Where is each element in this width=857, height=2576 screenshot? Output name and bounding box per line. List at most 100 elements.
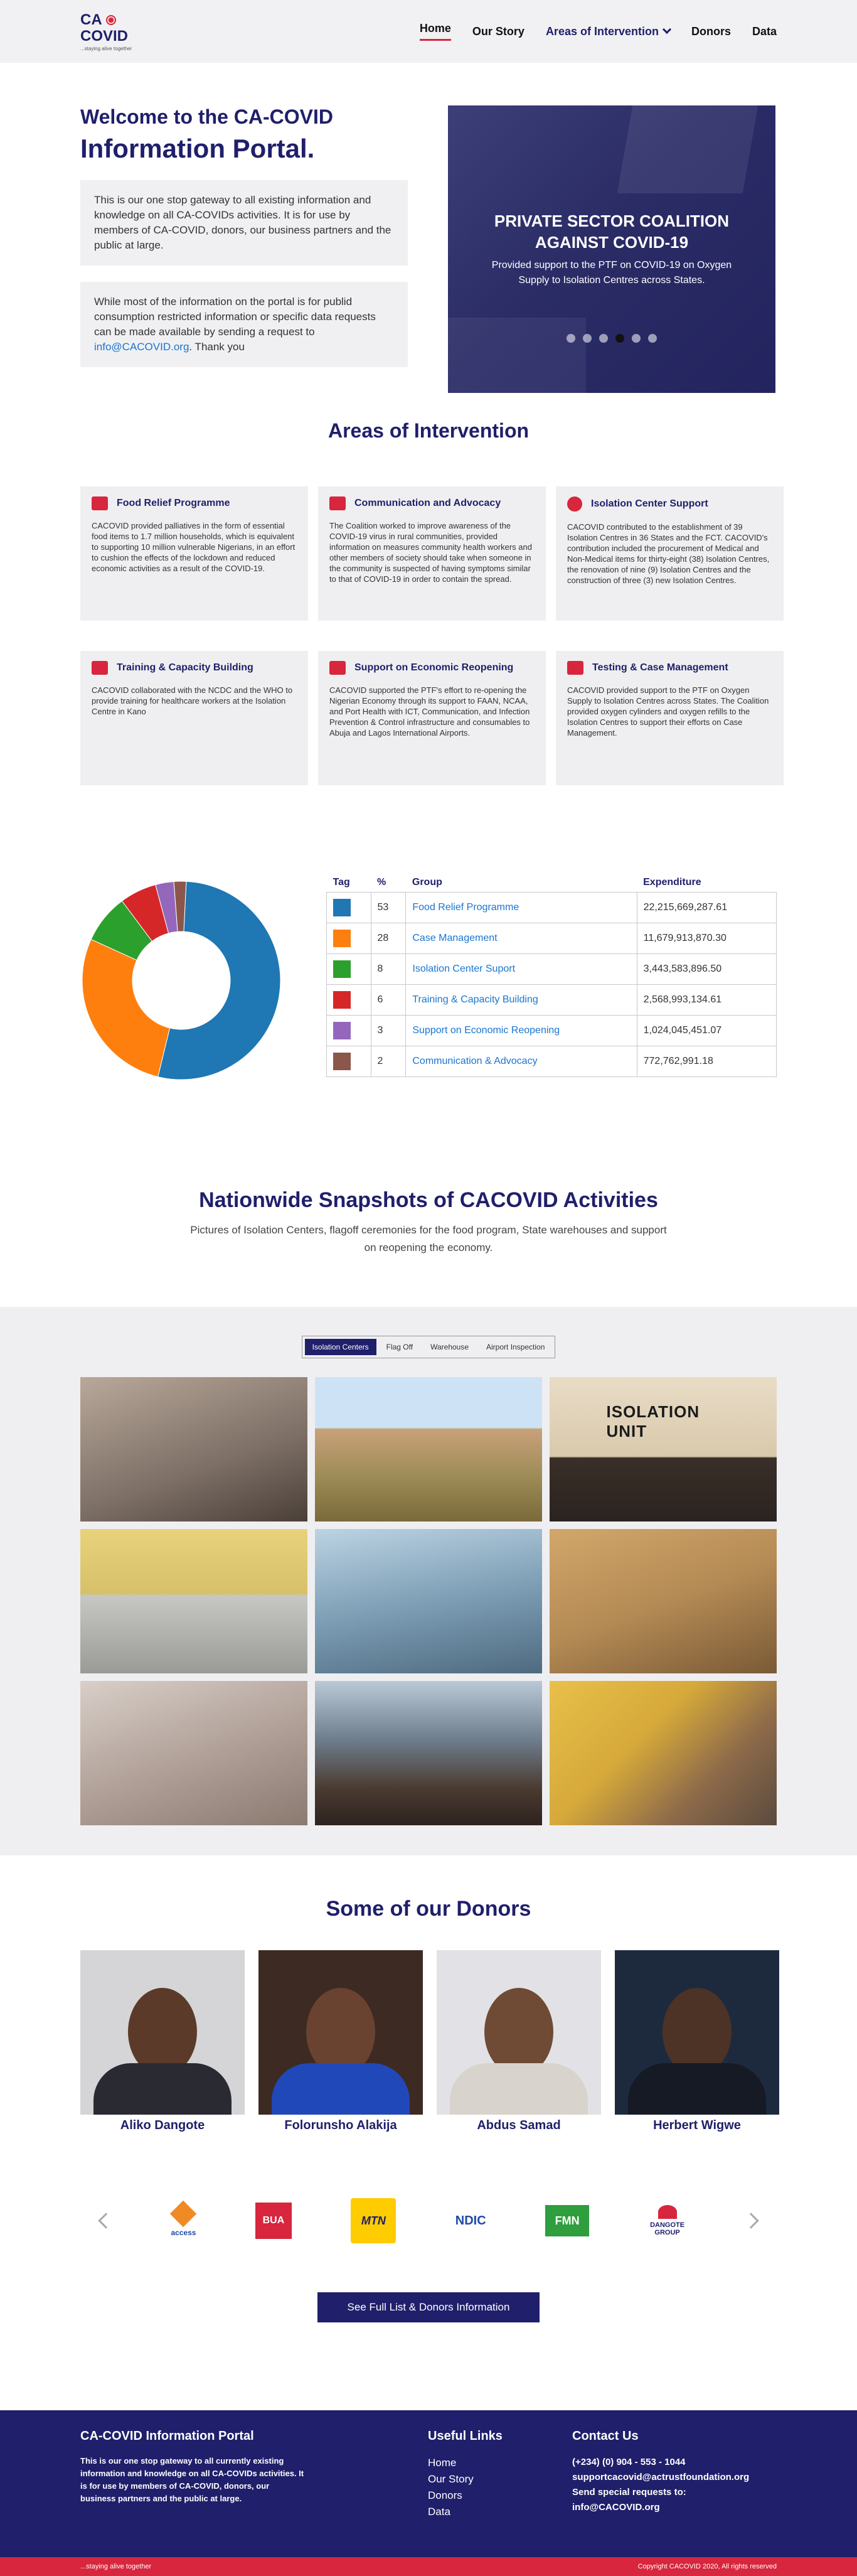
- dangote-arc-icon: [657, 2205, 677, 2219]
- gallery-photo[interactable]: [80, 1529, 307, 1673]
- nav-donors[interactable]: Donors: [691, 25, 731, 38]
- gallery-photo[interactable]: ISOLATION UNIT: [550, 1377, 777, 1521]
- gallery-photo[interactable]: [315, 1529, 542, 1673]
- nav-data[interactable]: Data: [752, 25, 777, 38]
- area-card[interactable]: Training & Capacity Building CACOVID coll…: [80, 651, 308, 785]
- gallery-photo[interactable]: [315, 1681, 542, 1825]
- table-header-group: Group: [412, 877, 442, 888]
- carousel-slide-title: PRIVATE SECTOR COALITION AGAINST COVID-1…: [494, 212, 730, 252]
- partner-logo-access[interactable]: access: [170, 2200, 197, 2237]
- gallery-section: Isolation Centers Flag Off Warehouse Air…: [0, 1307, 857, 1855]
- area-card-title: Communication and Advocacy: [354, 498, 501, 508]
- carousel-photo-shape: [448, 318, 586, 393]
- partner-logo-label: MTN: [351, 2198, 397, 2243]
- footer-link-donors[interactable]: Donors: [428, 2487, 572, 2504]
- area-card-title: Support on Economic Reopening: [354, 662, 514, 673]
- gallery-photo[interactable]: [80, 1377, 307, 1521]
- carousel-dot[interactable]: [599, 334, 608, 343]
- hero-section: Welcome to the CA-COVID Information Port…: [0, 63, 857, 414]
- footer-phone[interactable]: (+234) (0) 904 - 553 - 1044: [572, 2455, 749, 2470]
- area-card[interactable]: Isolation Center Support CACOVID contribu…: [556, 486, 784, 621]
- row-group-link[interactable]: Support on Economic Reopening: [405, 1015, 637, 1046]
- donor-card[interactable]: Folorunsho Alakija: [258, 1950, 423, 2133]
- see-full-donors-button[interactable]: See Full List & Donors Information: [317, 2292, 540, 2322]
- color-swatch: [333, 1022, 351, 1039]
- footer-about-text: This is our one stop gateway to all curr…: [80, 2456, 304, 2503]
- chevron-down-icon: [662, 24, 672, 35]
- donut-svg: [82, 881, 281, 1080]
- area-card[interactable]: Communication and Advocacy The Coalition …: [318, 486, 546, 621]
- carousel-dot[interactable]: [583, 334, 592, 343]
- area-card[interactable]: Testing & Case Management CACOVID provide…: [556, 651, 784, 785]
- footer-link-home[interactable]: Home: [428, 2455, 572, 2471]
- donor-name: Folorunsho Alakija: [284, 2118, 397, 2132]
- area-card-title: Testing & Case Management: [592, 662, 728, 673]
- gallery-photo[interactable]: [550, 1529, 777, 1673]
- area-card-body: CACOVID provided support to the PTF on O…: [567, 685, 769, 738]
- nav-home[interactable]: Home: [419, 22, 451, 41]
- area-card-title: Isolation Center Support: [591, 498, 708, 509]
- bar-chart-icon: [329, 661, 346, 675]
- footer-link-data[interactable]: Data: [428, 2504, 572, 2520]
- site-header: CA COVID ...staying alive together Home …: [0, 0, 857, 63]
- partner-logo-label: BUA: [255, 2203, 292, 2239]
- carousel-dot[interactable]: [648, 334, 657, 343]
- partner-logo-bua[interactable]: BUA: [255, 2203, 292, 2239]
- row-group-link[interactable]: Training & Capacity Building: [405, 984, 637, 1016]
- partner-logo-label: DANGOTE GROUP: [650, 2221, 685, 2236]
- area-card[interactable]: Support on Economic Reopening CACOVID sup…: [318, 651, 546, 785]
- site-logo[interactable]: CA COVID ...staying alive together: [80, 6, 143, 56]
- donut-slice-case-management[interactable]: [82, 938, 171, 1078]
- hero-intro-box: This is our one stop gateway to all exis…: [80, 180, 408, 266]
- isolation-unit-sign: ISOLATION UNIT: [606, 1402, 700, 1441]
- row-group-link[interactable]: Isolation Center Suport: [405, 953, 637, 985]
- gallery-photo[interactable]: [80, 1681, 307, 1825]
- footer-col1-title: CA-COVID Information Portal: [80, 2429, 254, 2443]
- row-pct: 8: [370, 953, 407, 985]
- hero-intro-text: This is our one stop gateway to all exis…: [94, 194, 391, 251]
- row-expenditure: 772,762,991.18: [636, 1046, 777, 1077]
- donor-card[interactable]: Abdus Samad: [437, 1950, 601, 2133]
- donor-card[interactable]: Aliko Dangote: [80, 1950, 245, 2133]
- logo-tagline: ...staying alive together: [80, 45, 132, 51]
- footer-special-email[interactable]: info@CACOVID.org: [572, 2500, 749, 2515]
- row-group-link[interactable]: Communication & Advocacy: [405, 1046, 637, 1077]
- partner-logo-ndic[interactable]: NDIC: [455, 2214, 486, 2228]
- hero-carousel[interactable]: PRIVATE SECTOR COALITION AGAINST COVID-1…: [448, 105, 775, 393]
- row-group-link[interactable]: Food Relief Programme: [405, 892, 637, 923]
- area-card[interactable]: Food Relief Programme CACOVID provided pa…: [80, 486, 308, 621]
- gallery-photo[interactable]: [315, 1377, 542, 1521]
- tab-airport-inspection[interactable]: Airport Inspection: [479, 1339, 552, 1355]
- row-group-link[interactable]: Case Management: [405, 923, 637, 954]
- tab-isolation-centers[interactable]: Isolation Centers: [304, 1339, 376, 1355]
- table-row: 28 Case Management 11,679,913,870.30: [326, 923, 777, 954]
- tab-warehouse[interactable]: Warehouse: [423, 1339, 476, 1355]
- chevron-left-icon[interactable]: [98, 2213, 114, 2229]
- partner-logo-dangote[interactable]: DANGOTE GROUP: [649, 2205, 686, 2236]
- partner-logo-mtn[interactable]: MTN: [351, 2198, 397, 2243]
- footer-bottom-bar: ...staying alive together Copyright CACO…: [0, 2557, 857, 2576]
- footer-link-our-story[interactable]: Our Story: [428, 2471, 572, 2487]
- carousel-dot-active[interactable]: [615, 334, 624, 343]
- info-email-link[interactable]: info@CACOVID.org: [94, 341, 189, 353]
- donor-card[interactable]: Herbert Wigwe: [615, 1950, 779, 2133]
- partner-logos-carousel: access BUA MTN NDIC FMN DANGOTE GROUP: [0, 2196, 857, 2246]
- color-swatch: [333, 960, 351, 978]
- tab-flag-off[interactable]: Flag Off: [379, 1339, 420, 1355]
- gallery-photo[interactable]: [550, 1681, 777, 1825]
- table-row: 53 Food Relief Programme 22,215,669,287.61: [326, 892, 777, 923]
- carousel-dot[interactable]: [567, 334, 575, 343]
- color-swatch: [333, 899, 351, 916]
- carousel-dot[interactable]: [632, 334, 641, 343]
- color-swatch: [333, 991, 351, 1009]
- nav-areas-of-intervention[interactable]: Areas of Intervention: [546, 24, 672, 38]
- snapshots-subtitle: Pictures of Isolation Centers, flagoff c…: [190, 1224, 667, 1253]
- chevron-right-icon[interactable]: [743, 2213, 759, 2229]
- donor-photo: [615, 1950, 779, 2115]
- logo-text-covid: COVID: [80, 27, 129, 45]
- color-swatch: [333, 930, 351, 947]
- nav-our-story[interactable]: Our Story: [472, 25, 524, 38]
- footer-support-email[interactable]: supportcacovid@actrustfoundation.org: [572, 2470, 749, 2485]
- partner-logo-fmn[interactable]: FMN: [545, 2205, 590, 2236]
- carousel-dots: [448, 334, 775, 343]
